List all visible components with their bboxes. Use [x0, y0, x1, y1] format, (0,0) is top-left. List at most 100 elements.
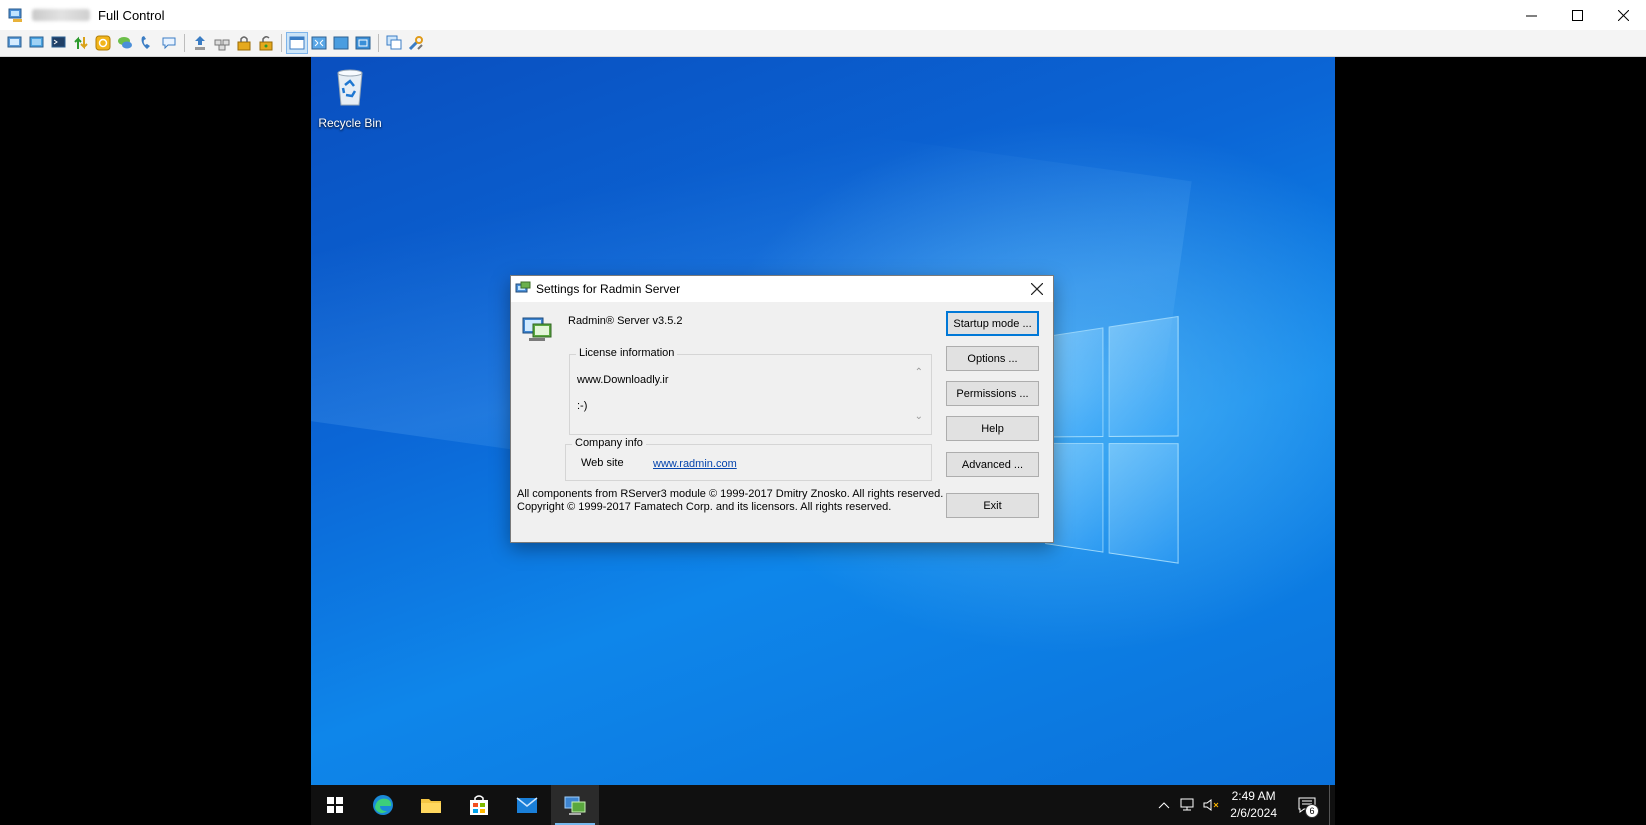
scroll-up-arrow-icon[interactable]: ⌃ [915, 367, 923, 378]
lock-icon [237, 36, 251, 51]
notification-count-badge: 6 [1305, 804, 1319, 818]
product-name: Radmin® Server v3.5.2 [568, 315, 683, 327]
web-site-link[interactable]: www.radmin.com [653, 458, 737, 470]
startup-mode-button[interactable]: Startup mode ... [946, 311, 1039, 336]
taskbar-mail[interactable] [503, 785, 551, 825]
exit-button[interactable]: Exit [946, 493, 1039, 518]
windows-start-icon [327, 797, 343, 813]
company-info-group: Company info Web site www.radmin.com [565, 437, 932, 481]
settings-icon [408, 36, 423, 51]
license-information-group: License information www.Downloadly.ir :-… [569, 347, 932, 435]
help-button[interactable]: Help [946, 416, 1039, 441]
normal-mode-button[interactable] [286, 32, 308, 54]
window-list-button[interactable] [383, 32, 405, 54]
network-status-button[interactable] [1176, 785, 1200, 825]
start-button[interactable] [311, 785, 359, 825]
chat-button[interactable] [114, 32, 136, 54]
dialog-body: Radmin® Server v3.5.2 License informatio… [511, 302, 1053, 542]
fit-button[interactable] [352, 32, 374, 54]
recycle-bin-shortcut[interactable]: Recycle Bin [317, 65, 383, 130]
toolbar-separator [184, 34, 185, 52]
radmin-server-product-icon [522, 317, 552, 341]
send-file-button[interactable] [189, 32, 211, 54]
taskbar-radmin-server[interactable] [551, 785, 599, 825]
store-bag-icon [470, 795, 488, 815]
full-control-button[interactable] [4, 32, 26, 54]
permissions-button[interactable]: Permissions ... [946, 381, 1039, 406]
close-button[interactable] [1600, 0, 1646, 30]
taskbar-file-explorer[interactable] [407, 785, 455, 825]
shutdown-icon [95, 35, 111, 51]
fullscreen-icon [311, 36, 327, 50]
send-message-button[interactable] [158, 32, 180, 54]
file-transfer-button[interactable] [70, 32, 92, 54]
show-hidden-icons-button[interactable] [1152, 785, 1176, 825]
scroll-down-arrow-icon[interactable]: ⌄ [915, 411, 923, 422]
window-list-icon [386, 35, 402, 50]
dialog-close-button[interactable] [1027, 279, 1047, 299]
normal-mode-icon [289, 36, 305, 50]
telnet-icon [51, 36, 66, 48]
settings-button[interactable] [405, 32, 427, 54]
file-transfer-icon [74, 36, 88, 50]
license-information-legend: License information [576, 347, 678, 359]
show-desktop-button[interactable] [1329, 785, 1335, 825]
recycle-bin-icon [337, 69, 363, 106]
windows-wallpaper-logo [1045, 315, 1179, 568]
ctrl-alt-del-button[interactable] [211, 32, 233, 54]
dialog-title: Settings for Radmin Server [536, 282, 681, 296]
minimize-button[interactable] [1508, 0, 1554, 30]
clock[interactable]: 2:49 AM 2/6/2024 [1230, 788, 1277, 822]
dialog-title-bar: Settings for Radmin Server [511, 276, 1053, 302]
stretch-button[interactable] [330, 32, 352, 54]
voice-chat-button[interactable] [136, 32, 158, 54]
chat-icon [118, 37, 132, 49]
taskbar-edge[interactable] [359, 785, 407, 825]
radmin-server-taskbar-icon [564, 796, 586, 815]
mail-icon [516, 797, 538, 813]
voice-chat-icon [141, 36, 150, 49]
radmin-viewer-window: Full Control Recycle Bin Settings for Ra… [0, 0, 1646, 825]
recycle-bin-label: Recycle Bin [318, 116, 382, 130]
radmin-app-icon [8, 8, 22, 22]
lock-button[interactable] [233, 32, 255, 54]
company-info-legend: Company info [572, 437, 646, 449]
toolbar [0, 30, 1646, 57]
edge-browser-icon [373, 795, 393, 815]
advanced-button[interactable]: Advanced ... [946, 452, 1039, 477]
clock-time: 2:49 AM [1231, 789, 1276, 803]
window-title: Full Control [98, 7, 165, 23]
remote-desktop-view[interactable]: Recycle Bin Settings for Radmin Server R… [311, 57, 1335, 825]
shutdown-button[interactable] [92, 32, 114, 54]
volume-button[interactable] [1200, 785, 1224, 825]
unlock-button[interactable] [255, 32, 277, 54]
unlock-icon [259, 35, 273, 51]
taskbar: 2:49 AM 2/6/2024 6 [311, 785, 1335, 825]
telnet-button[interactable] [48, 32, 70, 54]
taskbar-store[interactable] [455, 785, 503, 825]
options-button[interactable]: Options ... [946, 346, 1039, 371]
action-center-button[interactable]: 6 [1285, 785, 1329, 825]
system-tray: 2:49 AM 2/6/2024 6 [1152, 785, 1335, 825]
title-bar: Full Control [0, 0, 1646, 30]
view-only-button[interactable] [26, 32, 48, 54]
close-icon [1617, 9, 1629, 21]
fit-icon [355, 36, 371, 50]
ctrl-alt-del-icon [214, 39, 230, 51]
fullscreen-button[interactable] [308, 32, 330, 54]
license-text-area[interactable]: www.Downloadly.ir :-) [577, 367, 669, 419]
copyright-line: All components from RServer3 module © 19… [517, 488, 944, 500]
stretch-icon [333, 36, 349, 50]
license-line: :-) [577, 400, 588, 412]
full-control-icon [7, 36, 22, 48]
toolbar-separator [281, 34, 282, 52]
web-site-label: Web site [581, 457, 624, 469]
close-icon [1031, 283, 1043, 295]
minimize-icon [1525, 15, 1537, 16]
settings-dialog: Settings for Radmin Server Radmin® Serve… [510, 275, 1054, 543]
network-icon [1180, 798, 1194, 811]
maximize-icon [1571, 9, 1583, 21]
chevron-up-icon [1158, 802, 1170, 809]
maximize-button[interactable] [1554, 0, 1600, 30]
copyright-line: Copyright © 1999-2017 Famatech Corp. and… [517, 501, 892, 513]
